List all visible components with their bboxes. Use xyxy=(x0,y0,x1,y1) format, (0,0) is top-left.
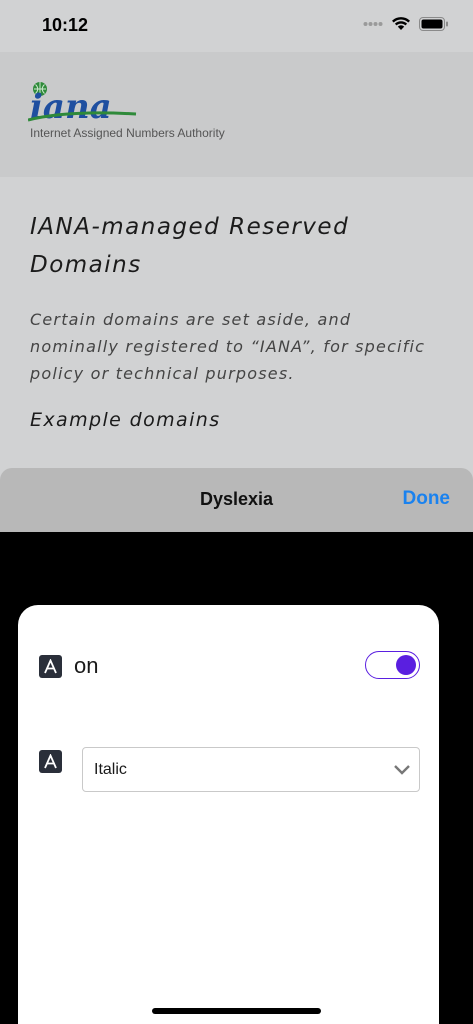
home-indicator[interactable] xyxy=(152,1008,321,1014)
letter-a-icon xyxy=(39,655,62,678)
status-bar: 10:12 xyxy=(0,0,473,52)
page-content: IANA-managed Reserved Domains Certain do… xyxy=(30,208,445,431)
toggle-label: on xyxy=(74,653,99,678)
cellular-icon xyxy=(363,21,383,26)
toggle-knob xyxy=(396,655,416,675)
battery-icon xyxy=(419,16,448,31)
font-style-select[interactable]: Italic xyxy=(82,747,420,792)
webpage-background: 10:12 iana Internet Assigned Numbers Aut… xyxy=(0,0,473,532)
font-style-value: Italic xyxy=(94,761,127,778)
site-header: iana Internet Assigned Numbers Authority xyxy=(0,52,473,177)
done-button[interactable]: Done xyxy=(403,488,451,510)
chevron-down-icon xyxy=(394,765,410,775)
section-heading: Example domains xyxy=(30,409,221,431)
status-time: 10:12 xyxy=(42,15,89,35)
logo-tagline: Internet Assigned Numbers Authority xyxy=(30,126,225,140)
wifi-icon xyxy=(392,17,410,30)
letter-a-icon xyxy=(39,750,62,773)
sheet-nav-bar: Dyslexia Done xyxy=(0,468,473,532)
iana-logo-icon: iana xyxy=(27,82,137,127)
dyslexia-toggle[interactable] xyxy=(365,651,420,679)
intro-text: Certain domains are set aside, and nomin… xyxy=(30,310,426,383)
page-title: IANA-managed Reserved Domains xyxy=(30,214,350,278)
status-icons xyxy=(363,16,449,31)
dyslexia-settings-card: on Italic xyxy=(18,605,439,1024)
iana-logo[interactable]: iana xyxy=(27,80,140,128)
